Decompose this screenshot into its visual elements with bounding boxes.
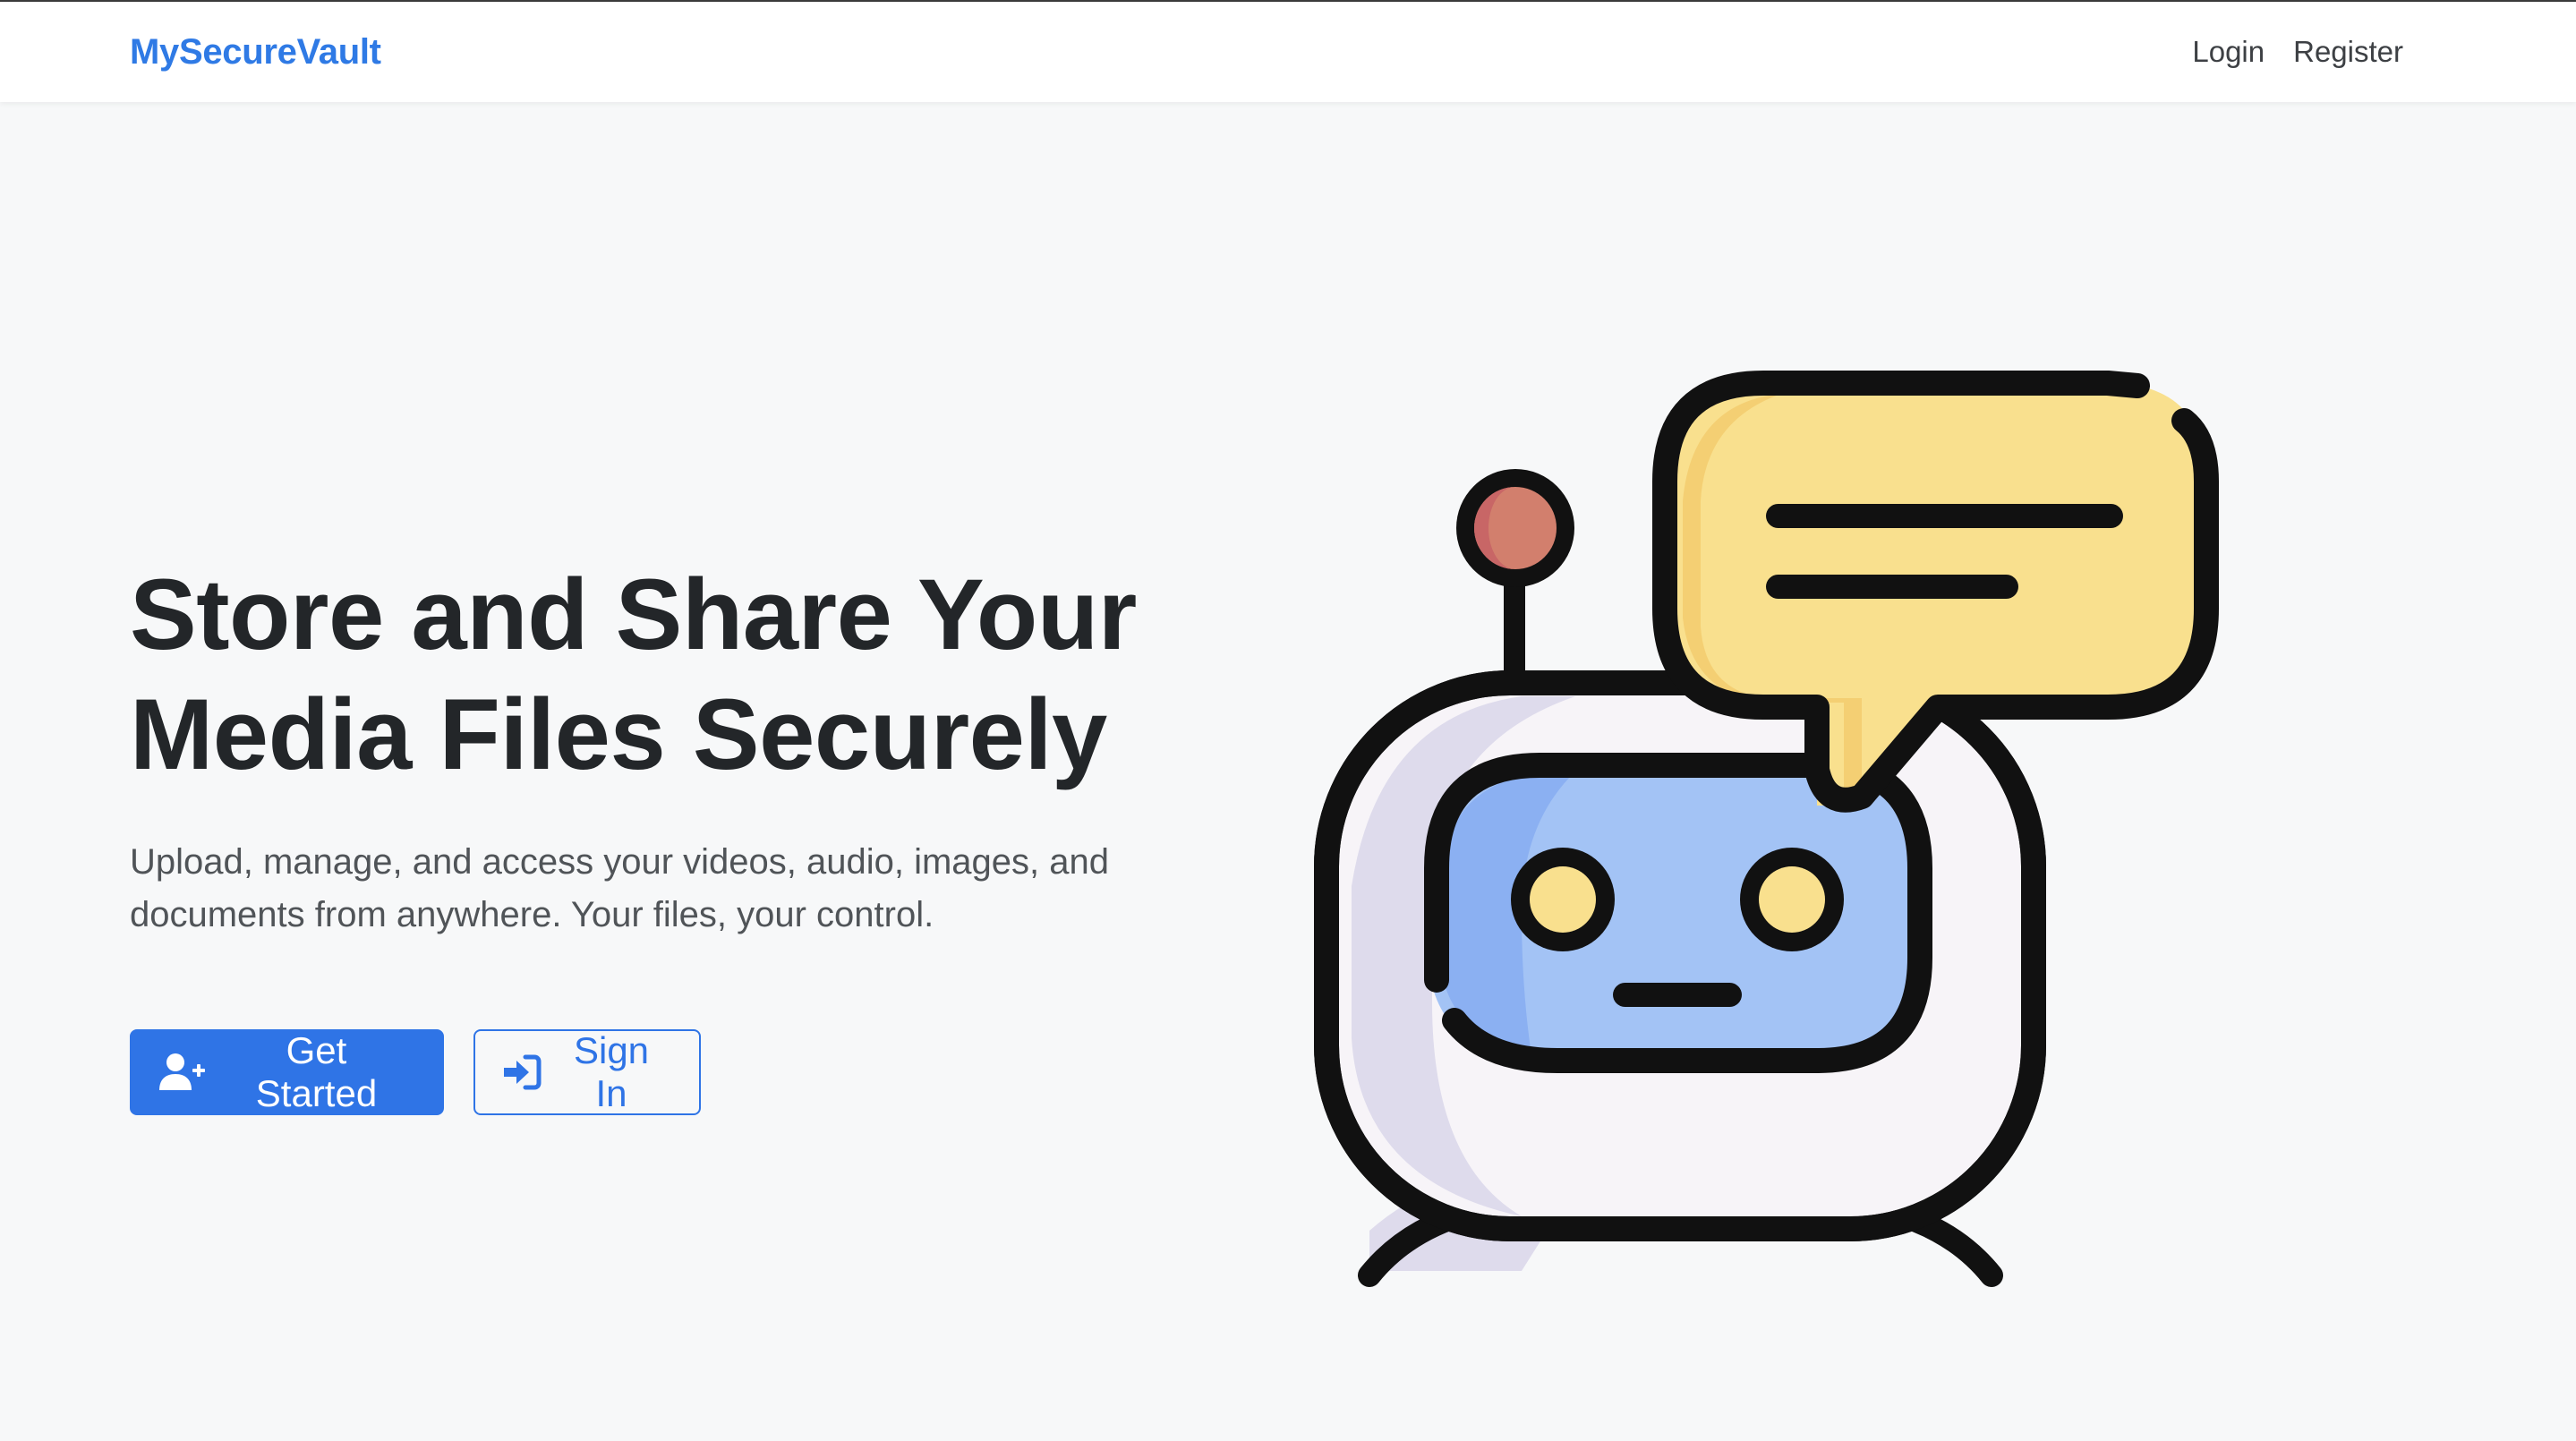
hero-title-line-2: Media Files Securely <box>130 678 1107 790</box>
nav-links: Login Register <box>2192 35 2403 69</box>
hero-subtitle-line-1: Upload, manage, and access your videos, … <box>130 842 1110 882</box>
robot-chat-illustration <box>1314 371 2219 1287</box>
brand-logo-link[interactable]: MySecureVault <box>130 32 381 72</box>
hero-section: Store and Share Your Media Files Securel… <box>130 555 1293 1115</box>
hero-title-line-1: Store and Share Your <box>130 558 1137 670</box>
sign-in-button[interactable]: Sign In <box>473 1029 701 1115</box>
cta-buttons: Get Started Sign In <box>130 1029 1293 1115</box>
sign-in-icon <box>504 1054 542 1090</box>
robot-antenna <box>1456 469 1574 685</box>
hero-subtitle: Upload, manage, and access your videos, … <box>130 836 1267 942</box>
sign-in-label: Sign In <box>573 1029 650 1114</box>
user-plus-icon <box>159 1053 205 1090</box>
hero-subtitle-line-2: documents from anywhere. Your files, you… <box>130 895 934 934</box>
nav-register-link[interactable]: Register <box>2293 35 2403 69</box>
nav-login-link[interactable]: Login <box>2192 35 2265 69</box>
top-navbar: MySecureVault Login Register <box>0 0 2576 102</box>
hero-title: Store and Share Your Media Files Securel… <box>130 555 1293 795</box>
get-started-label: Get Started <box>255 1029 378 1114</box>
get-started-button[interactable]: Get Started <box>130 1029 444 1115</box>
